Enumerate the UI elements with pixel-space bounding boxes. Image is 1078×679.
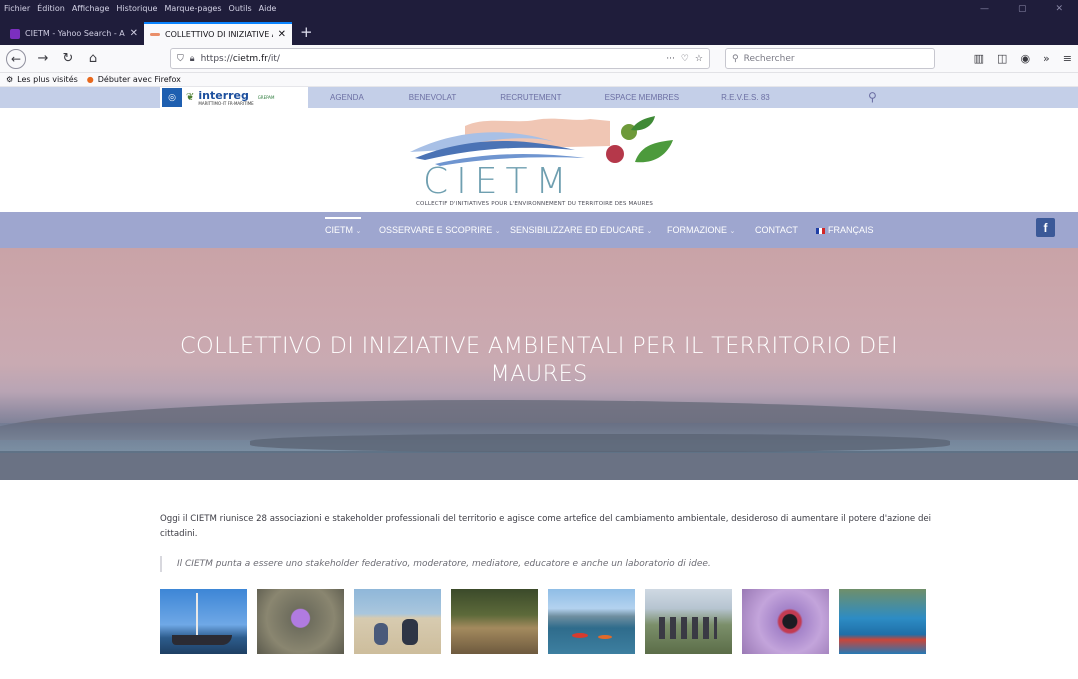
- nav-reves-83[interactable]: R.E.V.E.S. 83: [721, 93, 770, 102]
- new-tab-icon[interactable]: +: [292, 23, 321, 45]
- close-tab-icon[interactable]: ✕: [130, 28, 138, 39]
- main-nav: CIETM ⌄ OSSERVARE E SCOPRIRE ⌄ SENSIBILI…: [0, 212, 1078, 248]
- restore-icon[interactable]: ▢: [1018, 4, 1027, 14]
- nav-sensibilizzare[interactable]: SENSIBILIZZARE ED EDUCARE ⌄: [510, 225, 652, 235]
- nav-agenda[interactable]: AGENDA: [330, 93, 364, 102]
- menu-affichage[interactable]: Affichage: [72, 4, 110, 13]
- hero-peninsula: [250, 434, 950, 452]
- interreg-logo: interreg MARITTIMO-IT FR-MARITIME: [198, 88, 254, 106]
- gallery-photo-kayaks[interactable]: [548, 589, 635, 654]
- facebook-icon[interactable]: f: [1036, 218, 1055, 237]
- tab-cietm[interactable]: COLLETTIVO DI INIZIATIVE AMB ✕: [144, 22, 292, 45]
- chevron-down-icon: ⌄: [355, 228, 362, 235]
- top-nav: AGENDA BENEVOLAT RECRUTEMENT ESPACE MEMB…: [330, 87, 770, 108]
- cietm-logo-graphic: [410, 116, 673, 166]
- nav-benevolat[interactable]: BENEVOLAT: [409, 93, 456, 102]
- gallery-photo-hikers[interactable]: [645, 589, 732, 654]
- back-icon[interactable]: ←: [6, 48, 26, 69]
- search-bar[interactable]: ⚲ Rechercher: [725, 48, 935, 69]
- french-flag-icon: [816, 227, 825, 234]
- gallery-photo-crocus[interactable]: [257, 589, 344, 654]
- close-tab-icon[interactable]: ✕: [278, 29, 286, 40]
- browser-menubar: Fichier Édition Affichage Historique Mar…: [0, 0, 1078, 17]
- tab-yahoo[interactable]: CIETM - Yahoo Search - Actuali ✕: [4, 22, 144, 45]
- site-tagline: COLLECTIF D'INITIATIVES POUR L'ENVIRONNE…: [416, 201, 654, 207]
- site-brand[interactable]: CIETM COLLECTIF D'INITIATIVES POUR L'ENV…: [0, 108, 1078, 212]
- partner-logos[interactable]: ◎ ❦ interreg MARITTIMO-IT FR-MARITIME GR…: [160, 87, 308, 108]
- gear-icon: ⚙: [6, 75, 14, 84]
- hero-title: COLLETTIVO DI INIZIATIVE AMBIENTALI PER …: [180, 333, 898, 387]
- toolbar-icons: ▥ ◫ ◉ » ≡: [974, 52, 1072, 65]
- yahoo-favicon-icon: [10, 28, 20, 39]
- hero-banner: COLLETTIVO DI INIZIATIVE AMBIENTALI PER …: [0, 248, 1078, 480]
- sidebar-icon[interactable]: ◫: [997, 52, 1007, 65]
- hamburger-menu-icon[interactable]: ≡: [1063, 52, 1072, 65]
- gallery-photo-fishing-boats[interactable]: [839, 589, 926, 654]
- menu-marque-pages[interactable]: Marque-pages: [164, 4, 221, 13]
- hero-foreground: [0, 453, 1078, 480]
- home-icon[interactable]: ⌂: [85, 51, 101, 66]
- chevron-down-icon: ⌄: [646, 228, 653, 235]
- nav-formazione[interactable]: FORMAZIONE ⌄: [667, 225, 735, 235]
- menu-historique[interactable]: Historique: [116, 4, 157, 13]
- eu-logo-icon: ◎: [162, 88, 182, 107]
- gallery-photo-garden[interactable]: [451, 589, 538, 654]
- gallery-photo-moth[interactable]: [742, 589, 829, 654]
- window-controls: — ▢ ✕: [980, 4, 1070, 14]
- cietm-favicon-icon: [150, 33, 160, 36]
- reload-icon[interactable]: ↻: [60, 51, 76, 66]
- gallery-photo-beach[interactable]: [354, 589, 441, 654]
- nav-recrutement[interactable]: RECRUTEMENT: [500, 93, 561, 102]
- lock-icon[interactable]: 🔒︎: [190, 54, 195, 64]
- grepam-logo: GREPAM: [257, 95, 275, 100]
- blockquote: Il CIETM punta a essere uno stakeholder …: [160, 556, 1078, 572]
- menu-outils[interactable]: Outils: [229, 4, 252, 13]
- overflow-icon[interactable]: »: [1043, 52, 1050, 65]
- menu-edition[interactable]: Édition: [37, 4, 65, 13]
- site-search-icon[interactable]: ⚲: [868, 90, 877, 104]
- bookmark-getting-started[interactable]: ● Débuter avec Firefox: [87, 75, 181, 84]
- close-window-icon[interactable]: ✕: [1055, 4, 1063, 14]
- tab-title: CIETM - Yahoo Search - Actuali: [25, 29, 125, 38]
- page-actions-icon[interactable]: ···: [666, 54, 675, 64]
- nav-contact[interactable]: CONTACT: [755, 225, 798, 235]
- bookmark-most-visited[interactable]: ⚙ Les plus visités: [6, 75, 78, 84]
- library-icon[interactable]: ▥: [974, 52, 984, 65]
- minimize-icon[interactable]: —: [980, 4, 989, 14]
- forward-icon[interactable]: →: [35, 51, 51, 66]
- nav-francais[interactable]: FRANÇAIS: [816, 225, 874, 235]
- tab-title: COLLETTIVO DI INIZIATIVE AMB: [165, 30, 273, 39]
- nav-espace-membres[interactable]: ESPACE MEMBRES: [605, 93, 680, 102]
- intro-paragraph: Oggi il CIETM riunisce 28 associazioni e…: [160, 514, 932, 539]
- bookmark-star-icon[interactable]: ☆: [695, 54, 703, 64]
- bookmarks-bar: ⚙ Les plus visités ● Débuter avec Firefox: [0, 73, 1078, 87]
- shield-icon[interactable]: ⛉: [177, 54, 184, 64]
- photo-gallery: [160, 589, 1078, 654]
- gallery-photo-sailing-boat[interactable]: [160, 589, 247, 654]
- firefox-icon: ●: [86, 75, 94, 84]
- nav-cietm[interactable]: CIETM ⌄: [325, 217, 362, 235]
- interreg-swirl-icon: ❦: [186, 92, 195, 103]
- search-placeholder: Rechercher: [743, 53, 795, 64]
- site-wordmark: CIETM: [423, 161, 575, 202]
- site-top-strip: ◎ ❦ interreg MARITTIMO-IT FR-MARITIME GR…: [0, 87, 1078, 108]
- pocket-icon[interactable]: ♡: [681, 54, 689, 64]
- search-icon: ⚲: [732, 53, 739, 64]
- chevron-down-icon: ⌄: [494, 228, 501, 235]
- menu-fichier[interactable]: Fichier: [4, 4, 30, 13]
- chevron-down-icon: ⌄: [729, 228, 736, 235]
- nav-toolbar: ← → ↻ ⌂ ⛉ 🔒︎ https://cietm.fr/it/ ··· ♡ …: [0, 45, 1078, 73]
- menu-aide[interactable]: Aide: [259, 4, 277, 13]
- main-content: Oggi il CIETM riunisce 28 associazioni e…: [0, 480, 1078, 654]
- tab-bar: CIETM - Yahoo Search - Actuali ✕ COLLETT…: [0, 17, 1078, 45]
- account-icon[interactable]: ◉: [1020, 52, 1030, 65]
- nav-osservare[interactable]: OSSERVARE E SCOPRIRE ⌄: [379, 225, 501, 235]
- url-text[interactable]: https://cietm.fr/it/: [201, 54, 661, 64]
- url-bar[interactable]: ⛉ 🔒︎ https://cietm.fr/it/ ··· ♡ ☆: [170, 48, 710, 69]
